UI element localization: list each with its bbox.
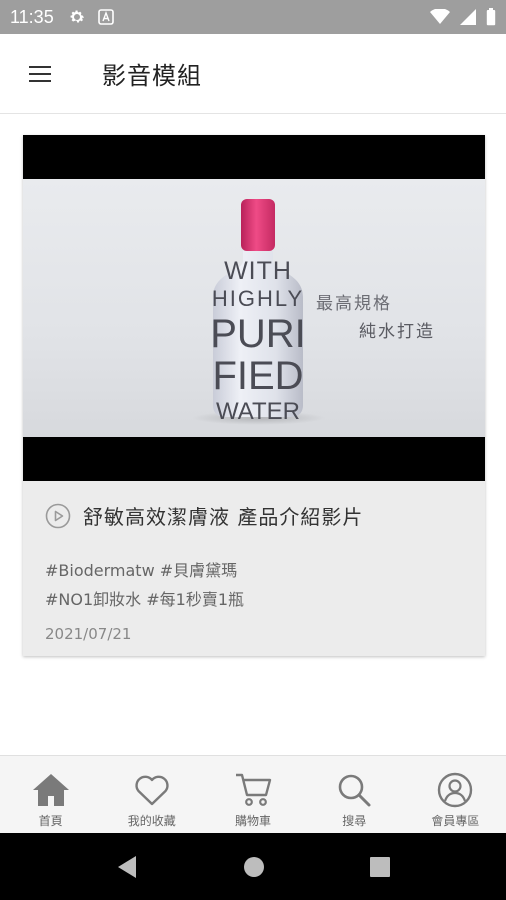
nav-label: 會員專區 — [431, 814, 480, 828]
video-thumbnail[interactable]: WITH HIGHLY PURI FIED WATER 最高規格 純水打造 — [23, 135, 485, 481]
video-card[interactable]: WITH HIGHLY PURI FIED WATER 最高規格 純水打造 舒敏… — [23, 135, 485, 656]
video-image: WITH HIGHLY PURI FIED WATER 最高規格 純水打造 — [23, 179, 485, 437]
recents-icon[interactable] — [366, 853, 394, 881]
keyboard-icon — [97, 9, 114, 25]
heart-icon — [132, 770, 172, 810]
cart-icon — [233, 770, 273, 810]
battery-icon — [486, 8, 496, 26]
image-overlay-text: 最高規格 — [316, 294, 392, 314]
bottle-text-line: HIGHLY — [211, 286, 305, 311]
status-bar: 11:35 — [0, 0, 506, 34]
menu-icon — [29, 65, 51, 82]
nav-item-home[interactable]: 首頁 — [0, 756, 101, 833]
bottle-text-line: FIED — [212, 354, 304, 398]
menu-button[interactable] — [0, 34, 80, 114]
wifi-icon — [430, 9, 450, 25]
signal-icon — [460, 9, 476, 25]
app-bar: 影音模組 — [0, 34, 506, 114]
bottle-label: WITH HIGHLY PURI FIED WATER — [209, 259, 307, 424]
system-nav-bar — [0, 833, 506, 900]
back-icon[interactable] — [113, 853, 141, 881]
video-tags: #Biodermatw #貝膚黛瑪 — [45, 561, 238, 580]
video-title[interactable]: 舒敏高效潔膚液 產品介紹影片 — [83, 501, 363, 530]
nav-item-search[interactable]: 搜尋 — [304, 756, 405, 833]
play-circle-icon[interactable] — [45, 503, 71, 529]
bottle-text-line: WATER — [216, 398, 300, 425]
video-date: 2021/07/21 — [45, 625, 132, 643]
content-area: WITH HIGHLY PURI FIED WATER 最高規格 純水打造 舒敏… — [0, 115, 506, 755]
video-info: 舒敏高效潔膚液 產品介紹影片 #Biodermatw #貝膚黛瑪 #NO1卸妝水… — [23, 481, 485, 656]
bottle-text-line: PURI — [210, 312, 306, 356]
page-title: 影音模組 — [102, 62, 202, 90]
nav-label: 首頁 — [38, 814, 63, 828]
nav-item-favorites[interactable]: 我的收藏 — [101, 756, 202, 833]
user-icon — [435, 770, 475, 810]
nav-item-member[interactable]: 會員專區 — [405, 756, 506, 833]
settings-icon — [68, 8, 86, 26]
bottle-text-line: WITH — [224, 257, 292, 285]
search-icon — [334, 770, 374, 810]
nav-item-cart[interactable]: 購物車 — [202, 756, 303, 833]
image-overlay-text: 純水打造 — [359, 322, 435, 342]
video-tags: #NO1卸妝水 #每1秒賣1瓶 — [45, 590, 245, 609]
bottom-nav: 首頁 我的收藏 購物車 搜尋 會員專區 — [0, 755, 506, 833]
home-icon — [31, 770, 71, 810]
nav-label: 我的收藏 — [127, 814, 176, 828]
nav-label: 搜尋 — [342, 814, 367, 828]
status-time: 11:35 — [10, 6, 54, 27]
home-circle-icon[interactable] — [240, 853, 268, 881]
nav-label: 購物車 — [235, 814, 272, 828]
